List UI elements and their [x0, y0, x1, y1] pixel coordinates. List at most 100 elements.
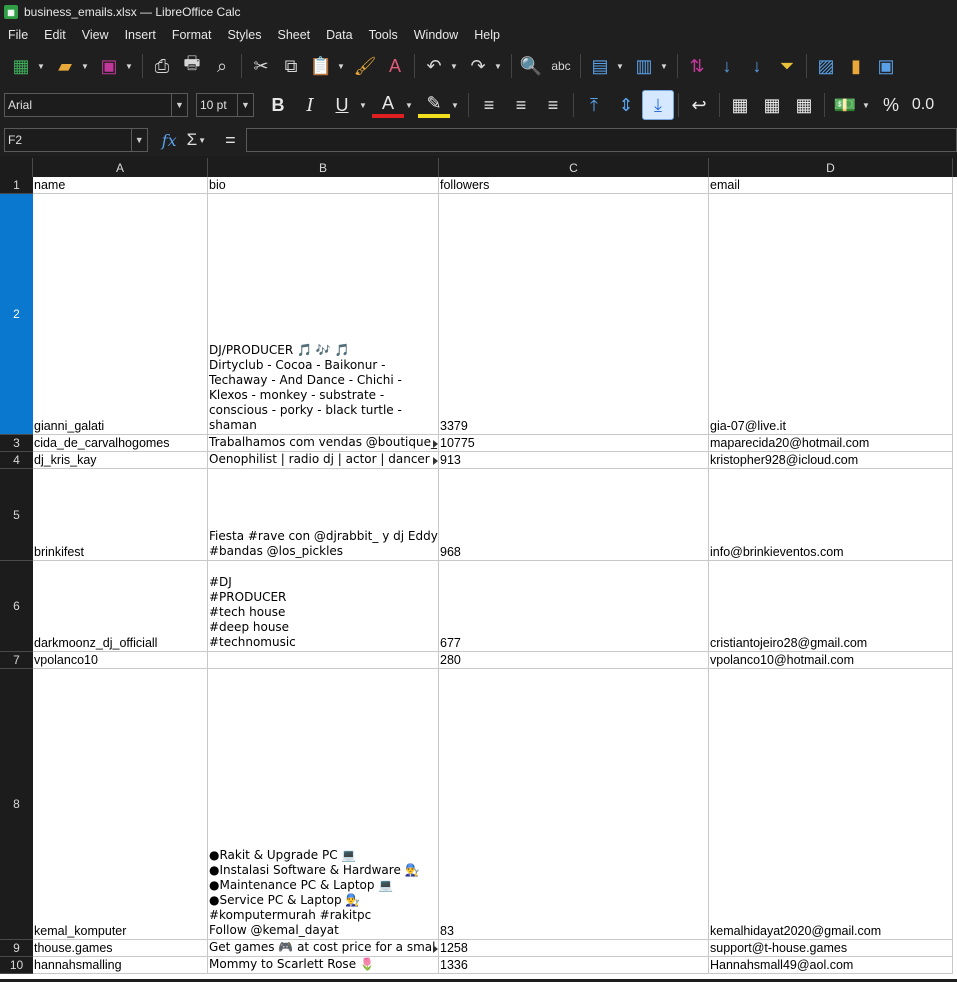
font-color-button[interactable]: A	[372, 92, 404, 118]
align-left-icon[interactable]: ≡	[473, 90, 505, 120]
underline-button[interactable]: U	[326, 90, 358, 120]
cell-d1[interactable]: email	[709, 177, 953, 194]
column-header-e[interactable]	[953, 158, 957, 177]
export-pdf-icon[interactable]: ⎙	[147, 51, 177, 81]
row-header-3[interactable]: 3	[0, 435, 33, 452]
cell-c8[interactable]: 83	[439, 669, 709, 940]
print-icon[interactable]: 🖶	[177, 51, 207, 81]
insert-image-icon[interactable]: ▨	[811, 51, 841, 81]
menu-window[interactable]: Window	[406, 28, 466, 42]
cell-b1[interactable]: bio	[208, 177, 439, 194]
menu-insert[interactable]: Insert	[117, 28, 164, 42]
cell-a9[interactable]: thouse.games	[33, 940, 208, 957]
font-name-box[interactable]: Arial ▼	[4, 93, 188, 117]
new-dropdown-icon[interactable]: ▼	[36, 51, 46, 81]
highlight-icon[interactable]: ✎	[418, 92, 450, 118]
row-header-6[interactable]: 6	[0, 561, 33, 652]
cell-a6[interactable]: darkmoonz_dj_officiall	[33, 561, 208, 652]
cell-a3[interactable]: cida_de_carvalhogomes	[33, 435, 208, 452]
clone-formatting-icon[interactable]: 🖌	[350, 51, 380, 81]
cell-d7[interactable]: vpolanco10@hotmail.com	[709, 652, 953, 669]
row-header-4[interactable]: 4	[0, 452, 33, 469]
unmerge-cells-icon[interactable]: ▦	[788, 90, 820, 120]
cell-c9[interactable]: 1258	[439, 940, 709, 957]
menu-help[interactable]: Help	[466, 28, 508, 42]
spelling-icon[interactable]: abc	[546, 51, 576, 81]
cell-c10[interactable]: 1336	[439, 957, 709, 974]
cell-c6[interactable]: 677	[439, 561, 709, 652]
cell-c4[interactable]: 913	[439, 452, 709, 469]
bold-button[interactable]: B	[262, 90, 294, 120]
menu-data[interactable]: Data	[318, 28, 360, 42]
paste-dropdown-icon[interactable]: ▼	[336, 51, 346, 81]
align-bottom-icon[interactable]: ⤓	[642, 90, 674, 120]
italic-button[interactable]: I	[294, 90, 326, 120]
row-header-1[interactable]: 1	[0, 177, 33, 194]
cell-d6[interactable]: cristiantojeiro28@gmail.com	[709, 561, 953, 652]
cell-b2[interactable]: DJ/PRODUCER 🎵 🎶 🎵 Dirtyclub - Cocoa - Ba…	[208, 194, 439, 435]
autofilter-icon[interactable]: ⏷	[772, 51, 802, 81]
cell-b4[interactable]: Oenophilist | radio dj | actor | dancer	[208, 452, 439, 469]
align-center-icon[interactable]: ≡	[505, 90, 537, 120]
select-all-corner[interactable]	[0, 158, 33, 177]
row-header-5[interactable]: 5	[0, 469, 33, 561]
font-color-dropdown-icon[interactable]: ▼	[404, 90, 414, 120]
sum-icon[interactable]: Σ	[187, 130, 198, 150]
cell-a5[interactable]: brinkifest	[33, 469, 208, 561]
cell-c3[interactable]: 10775	[439, 435, 709, 452]
cell-b7[interactable]	[208, 652, 439, 669]
column-icon[interactable]: ▥	[629, 51, 659, 81]
cell-a10[interactable]: hannahsmalling	[33, 957, 208, 974]
cell-c7[interactable]: 280	[439, 652, 709, 669]
cell-b5[interactable]: Fiesta #rave con @djrabbit_ y dj Eddy #b…	[208, 469, 439, 561]
cell-b8[interactable]: ●Rakit & Upgrade PC 💻 ●Instalasi Softwar…	[208, 669, 439, 940]
print-preview-icon[interactable]: ⌕	[207, 51, 237, 81]
open-dropdown-icon[interactable]: ▼	[80, 51, 90, 81]
align-vcenter-icon[interactable]: ⇕	[610, 90, 642, 120]
sort-icon[interactable]: ⇅	[682, 51, 712, 81]
new-document-icon[interactable]: ▦	[6, 51, 36, 81]
cell-d3[interactable]: maparecida20@hotmail.com	[709, 435, 953, 452]
underline-dropdown-icon[interactable]: ▼	[358, 90, 368, 120]
column-header-d[interactable]: D	[709, 158, 953, 177]
spreadsheet-grid[interactable]: A B C D 1 name bio followers email 2 gia…	[0, 158, 957, 982]
chevron-down-icon[interactable]: ▼	[171, 94, 187, 116]
row-header-9[interactable]: 9	[0, 940, 33, 957]
align-right-icon[interactable]: ≡	[537, 90, 569, 120]
row-icon[interactable]: ▤	[585, 51, 615, 81]
column-dropdown-icon[interactable]: ▼	[659, 51, 669, 81]
column-header-b[interactable]: B	[208, 158, 439, 177]
column-header-c[interactable]: C	[439, 158, 709, 177]
percent-button[interactable]: %	[875, 90, 907, 120]
redo-icon[interactable]: ↷	[463, 51, 493, 81]
sum-dropdown-icon[interactable]: ▼	[197, 130, 207, 150]
cell-b6[interactable]: #DJ #PRODUCER #tech house #deep house #t…	[208, 561, 439, 652]
cut-icon[interactable]: ✂	[246, 51, 276, 81]
formula-icon[interactable]: =	[225, 130, 236, 151]
paste-icon[interactable]: 📋	[306, 51, 336, 81]
undo-dropdown-icon[interactable]: ▼	[449, 51, 459, 81]
cell-a2[interactable]: gianni_galati	[33, 194, 208, 435]
cell-b10[interactable]: Mommy to Scarlett Rose 🌷	[208, 957, 439, 974]
currency-icon[interactable]: 💵	[829, 90, 861, 120]
cell-a4[interactable]: dj_kris_kay	[33, 452, 208, 469]
cell-d10[interactable]: Hannahsmall49@aol.com	[709, 957, 953, 974]
row-dropdown-icon[interactable]: ▼	[615, 51, 625, 81]
sort-ascending-icon[interactable]: ↓	[712, 51, 742, 81]
save-icon[interactable]: ▣	[94, 51, 124, 81]
decimal-button[interactable]: 0.0	[907, 90, 939, 120]
redo-dropdown-icon[interactable]: ▼	[493, 51, 503, 81]
menu-file[interactable]: File	[0, 28, 36, 42]
chevron-down-icon[interactable]: ▼	[130, 129, 147, 151]
cell-a7[interactable]: vpolanco10	[33, 652, 208, 669]
chevron-down-icon[interactable]: ▼	[237, 94, 253, 116]
sort-descending-icon[interactable]: ↓	[742, 51, 772, 81]
insert-chart-icon[interactable]: ▮	[841, 51, 871, 81]
column-header-a[interactable]: A	[33, 158, 208, 177]
formula-input[interactable]	[245, 128, 957, 152]
row-header-10[interactable]: 10	[0, 957, 33, 974]
cell-d9[interactable]: support@t-house.games	[709, 940, 953, 957]
find-replace-icon[interactable]: 🔍	[516, 51, 546, 81]
cell-b9[interactable]: Get games 🎮 at cost price for a smal	[208, 940, 439, 957]
menu-styles[interactable]: Styles	[219, 28, 269, 42]
